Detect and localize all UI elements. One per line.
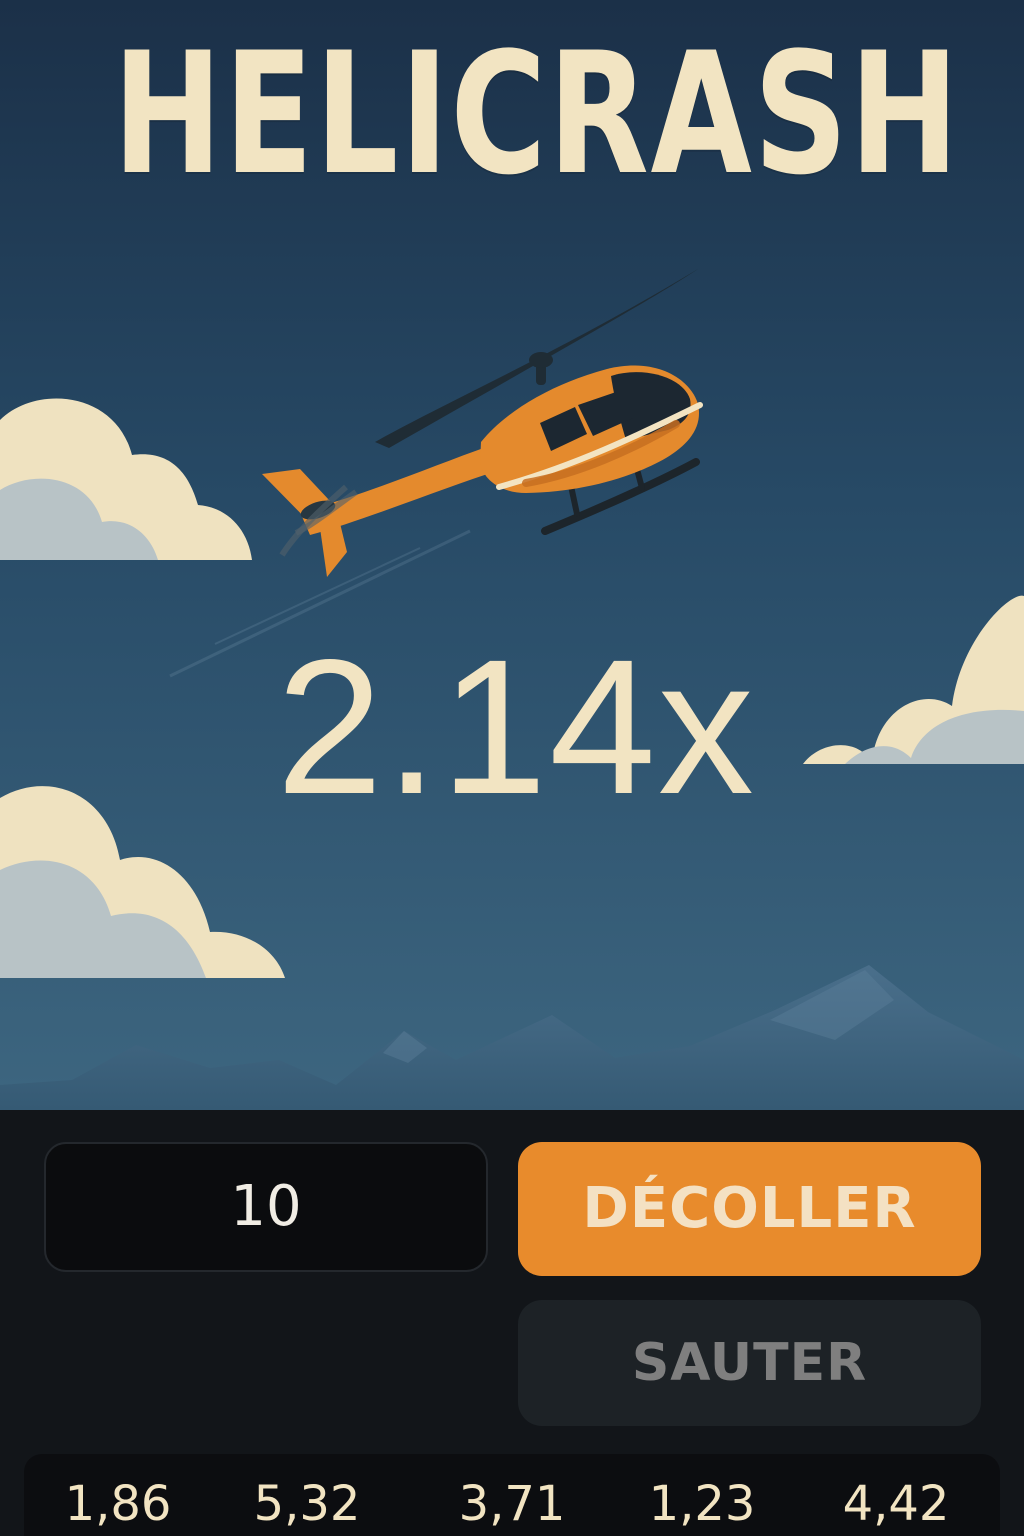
history-value-3: 3,71 [458, 1476, 566, 1532]
game-title: HELICRASH [112, 16, 961, 212]
multiplier-display: 2.14x [276, 619, 756, 834]
helicopter-icon [262, 269, 703, 577]
game-sky: HELICRASH 2.14x [0, 0, 1024, 1110]
history-value-1: 1,86 [64, 1476, 172, 1532]
bet-amount-input[interactable] [44, 1142, 488, 1272]
jump-button[interactable]: SAUTER [518, 1300, 981, 1426]
game-root: HELICRASH 2.14x DÉCOLLER SAUTER 1,86 5,3… [0, 0, 1024, 1536]
cloud-left-top-icon [0, 398, 252, 560]
history-bar: 1,86 5,32 3,71 1,23 4,42 [24, 1454, 1000, 1536]
takeoff-button[interactable]: DÉCOLLER [518, 1142, 981, 1276]
history-value-2: 5,32 [253, 1476, 361, 1532]
history-value-4: 1,23 [648, 1476, 756, 1532]
history-value-5: 4,42 [842, 1476, 950, 1532]
mountain-range-icon [0, 965, 1024, 1110]
